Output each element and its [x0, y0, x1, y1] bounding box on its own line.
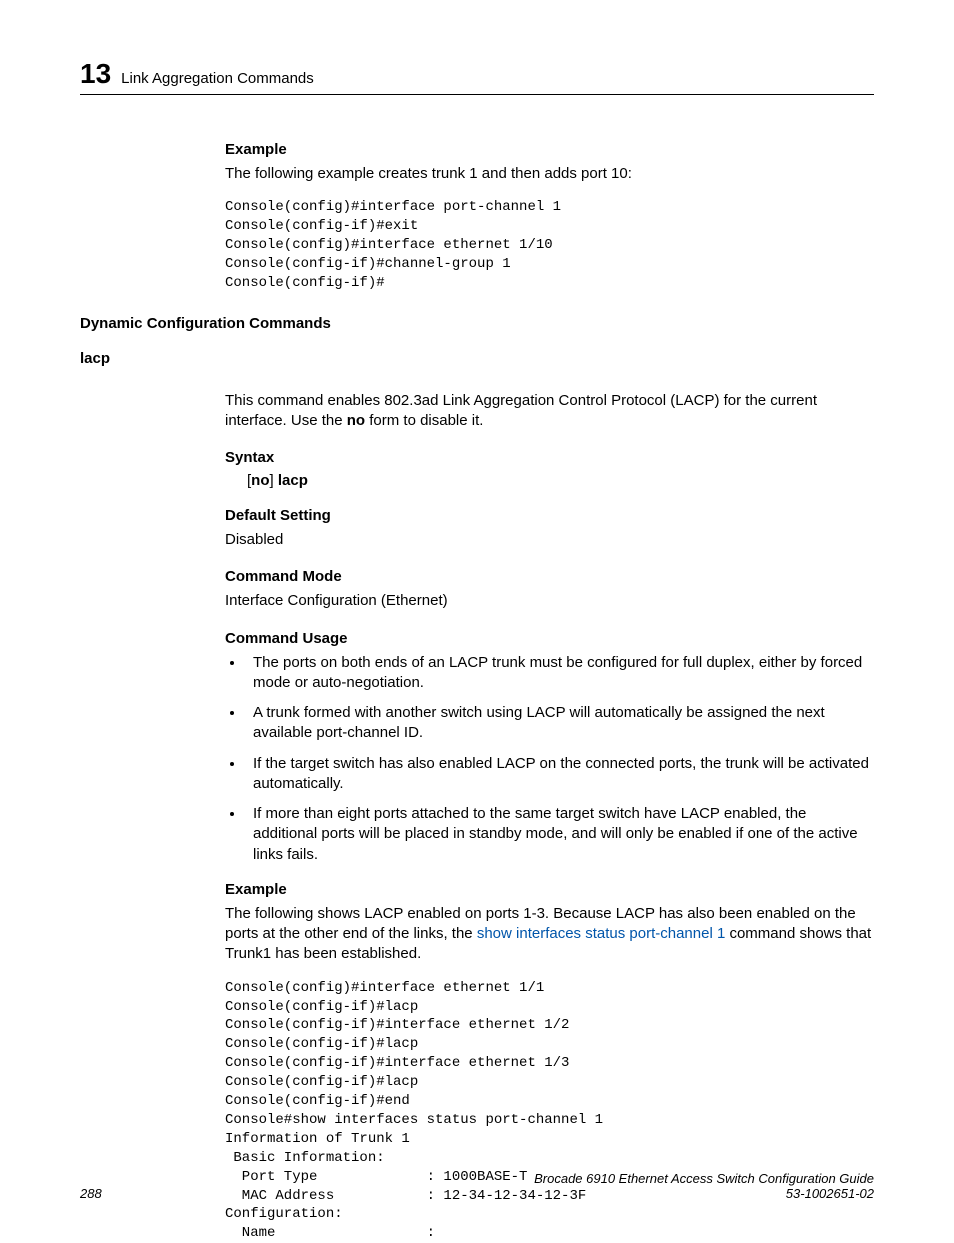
syntax-bracket-close: ]: [270, 472, 278, 489]
default-setting-value: Disabled: [225, 530, 874, 550]
example-1-block: Example The following example creates tr…: [225, 141, 874, 293]
page-footer: 288 Brocade 6910 Ethernet Access Switch …: [80, 1171, 874, 1201]
default-setting-heading: Default Setting: [225, 507, 874, 524]
code-block-1: Console(config)#interface port-channel 1…: [225, 198, 874, 292]
lacp-body: This command enables 802.3ad Link Aggreg…: [225, 391, 874, 1243]
list-item: A trunk formed with another switch using…: [245, 703, 874, 744]
doc-title: Brocade 6910 Ethernet Access Switch Conf…: [534, 1171, 874, 1186]
dynamic-config-heading: Dynamic Configuration Commands: [80, 315, 874, 332]
lacp-description: This command enables 802.3ad Link Aggreg…: [225, 391, 874, 432]
command-usage-heading: Command Usage: [225, 630, 874, 647]
footer-right: Brocade 6910 Ethernet Access Switch Conf…: [534, 1171, 874, 1201]
page-number: 288: [80, 1186, 102, 1201]
doc-id: 53-1002651-02: [534, 1186, 874, 1201]
page-header: 13 Link Aggregation Commands: [80, 58, 874, 95]
list-item: If more than eight ports attached to the…: [245, 804, 874, 865]
syntax-heading: Syntax: [225, 449, 874, 466]
list-item: If the target switch has also enabled LA…: [245, 754, 874, 795]
syntax-command: lacp: [278, 472, 308, 489]
code-block-2: Console(config)#interface ethernet 1/1 C…: [225, 979, 874, 1243]
example-2-heading: Example: [225, 881, 874, 898]
chapter-number: 13: [80, 58, 111, 90]
show-interfaces-link[interactable]: show interfaces status port-channel 1: [477, 925, 725, 942]
lacp-desc-no: no: [347, 412, 365, 429]
syntax-no: no: [251, 472, 269, 489]
lacp-desc-part1: This command enables 802.3ad Link Aggreg…: [225, 392, 817, 429]
example-1-description: The following example creates trunk 1 an…: [225, 164, 874, 184]
lacp-heading: lacp: [80, 350, 874, 367]
command-mode-value: Interface Configuration (Ethernet): [225, 591, 874, 611]
syntax-value: [no] lacp: [247, 472, 874, 489]
command-usage-list: The ports on both ends of an LACP trunk …: [225, 653, 874, 865]
command-mode-heading: Command Mode: [225, 568, 874, 585]
chapter-title: Link Aggregation Commands: [121, 70, 314, 87]
lacp-desc-part2: form to disable it.: [365, 412, 483, 429]
example-2-description: The following shows LACP enabled on port…: [225, 904, 874, 965]
page: 13 Link Aggregation Commands Example The…: [0, 0, 954, 1235]
example-1-heading: Example: [225, 141, 874, 158]
list-item: The ports on both ends of an LACP trunk …: [245, 653, 874, 694]
